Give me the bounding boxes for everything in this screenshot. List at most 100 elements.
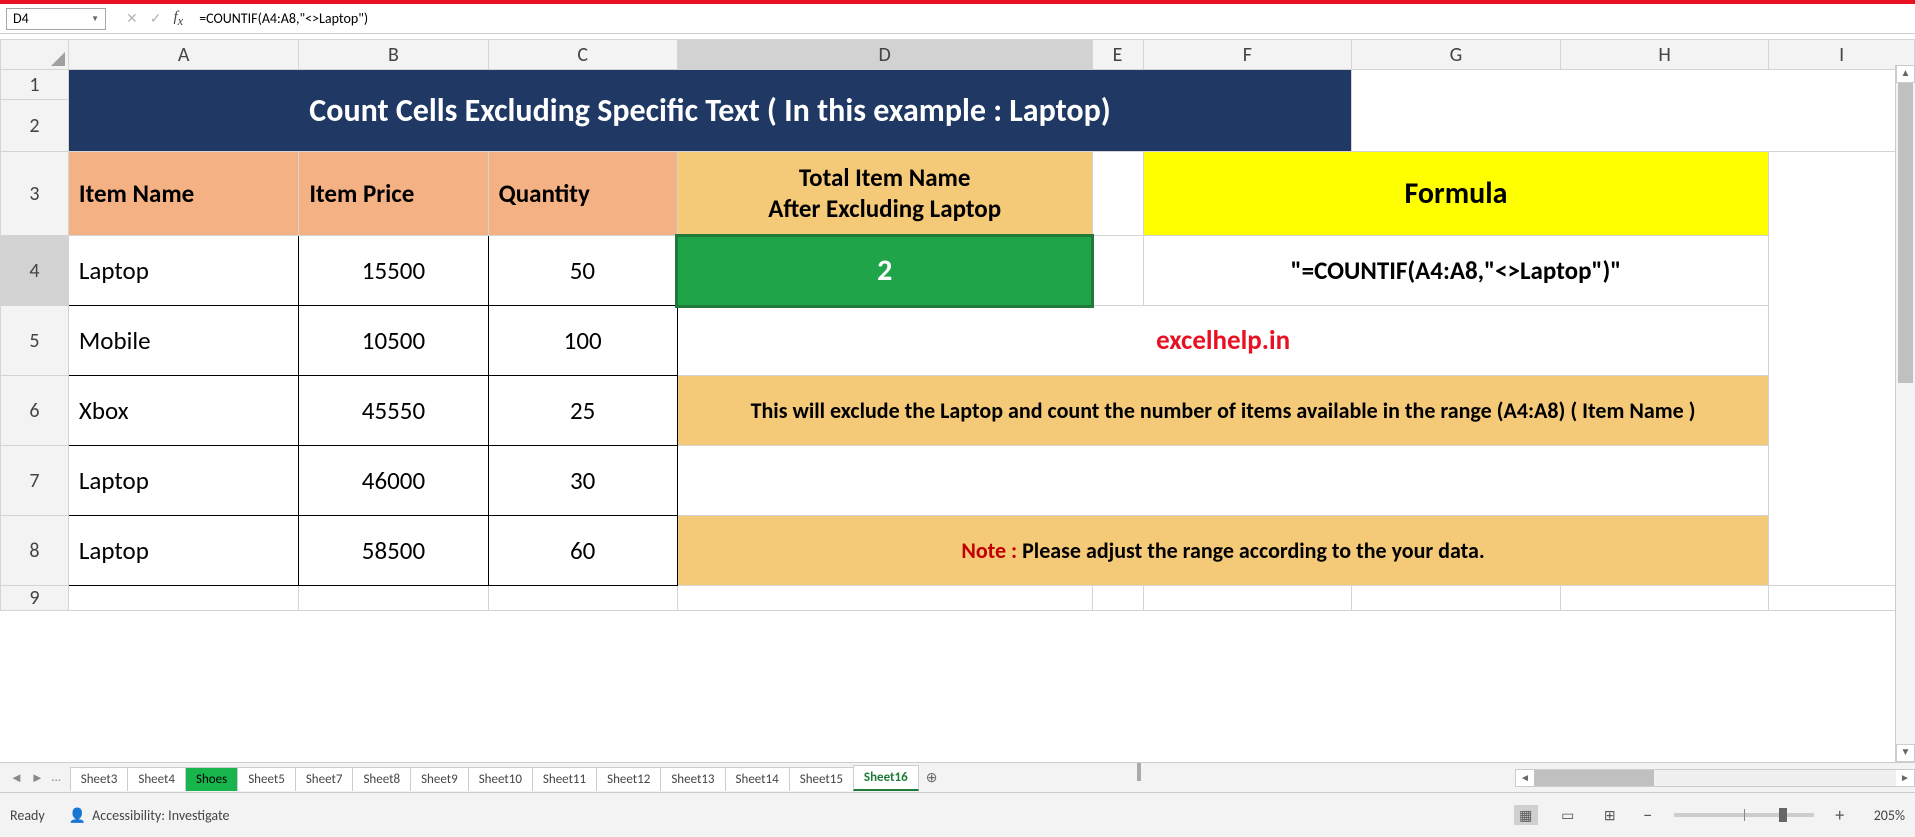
scroll-up-icon[interactable]: ▲ bbox=[1896, 65, 1915, 83]
sheet-tab-sheet16[interactable]: Sheet16 bbox=[853, 765, 919, 791]
scroll-right-icon[interactable]: ► bbox=[1896, 771, 1914, 784]
cell-G9[interactable] bbox=[1352, 586, 1561, 611]
sheet-tab-sheet15[interactable]: Sheet15 bbox=[789, 767, 854, 791]
cell-blank-GHI12[interactable] bbox=[1352, 70, 1915, 152]
sheet-tab-sheet7[interactable]: Sheet7 bbox=[295, 767, 354, 791]
cell-A6[interactable]: Xbox bbox=[68, 376, 298, 446]
view-page-layout-button[interactable]: ▭ bbox=[1556, 805, 1580, 825]
new-sheet-button[interactable]: ⊕ bbox=[918, 765, 946, 790]
cell-C6[interactable]: 25 bbox=[488, 376, 677, 446]
formula-display-cell[interactable]: "=COUNTIF(A4:A8,"<>Laptop")" bbox=[1143, 236, 1769, 306]
row-header-6[interactable]: 6 bbox=[1, 376, 69, 446]
horizontal-scrollbar[interactable]: ◄ ► bbox=[1515, 769, 1915, 787]
vertical-scrollbar[interactable]: ▲ ▼ bbox=[1895, 65, 1915, 762]
zoom-percent[interactable]: 205% bbox=[1874, 807, 1905, 824]
cell-B8[interactable]: 58500 bbox=[299, 516, 488, 586]
cell-H9[interactable] bbox=[1560, 586, 1769, 611]
zoom-in-button[interactable]: + bbox=[1832, 804, 1848, 826]
cell-B6[interactable]: 45550 bbox=[299, 376, 488, 446]
tab-nav-next-icon[interactable]: ► bbox=[31, 770, 44, 786]
col-header-E[interactable]: E bbox=[1092, 40, 1143, 70]
cell-D9[interactable] bbox=[677, 586, 1092, 611]
scroll-down-icon[interactable]: ▼ bbox=[1896, 744, 1915, 762]
header-quantity[interactable]: Quantity bbox=[488, 152, 677, 236]
row-header-7[interactable]: 7 bbox=[1, 446, 69, 516]
cell-E4[interactable] bbox=[1092, 236, 1143, 306]
formula-bar-input[interactable]: =COUNTIF(A4:A8,"<>Laptop") bbox=[195, 8, 1915, 29]
cell-B5[interactable]: 10500 bbox=[299, 306, 488, 376]
scroll-left-icon[interactable]: ◄ bbox=[1516, 771, 1534, 784]
cell-B9[interactable] bbox=[299, 586, 488, 611]
header-item-name[interactable]: Item Name bbox=[68, 152, 298, 236]
tab-nav-prev-icon[interactable]: ◄ bbox=[10, 770, 23, 786]
cell-C5[interactable]: 100 bbox=[488, 306, 677, 376]
sheet-tab-sheet11[interactable]: Sheet11 bbox=[532, 767, 597, 791]
col-header-G[interactable]: G bbox=[1352, 40, 1561, 70]
row-header-8[interactable]: 8 bbox=[1, 516, 69, 586]
cell-C7[interactable]: 30 bbox=[488, 446, 677, 516]
note-cell[interactable]: Note : Please adjust the range according… bbox=[677, 516, 1769, 586]
scroll-thumb-vertical[interactable] bbox=[1898, 83, 1913, 383]
row-header-9[interactable]: 9 bbox=[1, 586, 69, 611]
cell-A5[interactable]: Mobile bbox=[68, 306, 298, 376]
header-total-after-exclude[interactable]: Total Item Name After Excluding Laptop bbox=[677, 152, 1092, 236]
cell-A4[interactable]: Laptop bbox=[68, 236, 298, 306]
scroll-thumb-horizontal[interactable] bbox=[1534, 770, 1654, 786]
explain-cell[interactable]: This will exclude the Laptop and count t… bbox=[677, 376, 1769, 446]
col-header-I[interactable]: I bbox=[1769, 40, 1915, 70]
cell-A7[interactable]: Laptop bbox=[68, 446, 298, 516]
scroll-track-horizontal[interactable] bbox=[1534, 770, 1896, 786]
watermark-cell[interactable]: excelhelp.in bbox=[677, 306, 1769, 376]
sheet-tab-sheet5[interactable]: Sheet5 bbox=[237, 767, 296, 791]
sheet-tab-sheet13[interactable]: Sheet13 bbox=[660, 767, 725, 791]
sheet-tab-sheet4[interactable]: Sheet4 bbox=[127, 767, 186, 791]
sheet-tab-sheet9[interactable]: Sheet9 bbox=[410, 767, 469, 791]
cell-C4[interactable]: 50 bbox=[488, 236, 677, 306]
sheet-tab-sheet12[interactable]: Sheet12 bbox=[596, 767, 661, 791]
row-header-5[interactable]: 5 bbox=[1, 306, 69, 376]
col-header-D[interactable]: D bbox=[677, 40, 1092, 70]
col-header-H[interactable]: H bbox=[1560, 40, 1769, 70]
zoom-slider-knob[interactable] bbox=[1779, 808, 1787, 822]
col-header-C[interactable]: C bbox=[488, 40, 677, 70]
header-item-price[interactable]: Item Price bbox=[299, 152, 488, 236]
row-header-2[interactable]: 2 bbox=[1, 100, 69, 152]
cell-E9[interactable] bbox=[1092, 586, 1143, 611]
sheet-tab-sheet10[interactable]: Sheet10 bbox=[468, 767, 533, 791]
cell-C8[interactable]: 60 bbox=[488, 516, 677, 586]
cell-B4[interactable]: 15500 bbox=[299, 236, 488, 306]
row-header-1[interactable]: 1 bbox=[1, 70, 69, 100]
tab-nav-ellipsis[interactable]: … bbox=[52, 770, 61, 786]
col-header-A[interactable]: A bbox=[68, 40, 298, 70]
row-header-4[interactable]: 4 bbox=[1, 236, 69, 306]
col-header-B[interactable]: B bbox=[299, 40, 488, 70]
name-box-dropdown-icon[interactable]: ▼ bbox=[91, 14, 99, 24]
cell-D4-result[interactable]: 2 bbox=[677, 236, 1092, 306]
cell-C9[interactable] bbox=[488, 586, 677, 611]
zoom-slider[interactable] bbox=[1674, 813, 1814, 817]
accessibility-status[interactable]: 👤 Accessibility: Investigate bbox=[69, 807, 230, 824]
worksheet-area[interactable]: A B C D E F G H I 1 Count Cells Excludin… bbox=[0, 39, 1915, 762]
cell-A9[interactable] bbox=[68, 586, 298, 611]
cell-A8[interactable]: Laptop bbox=[68, 516, 298, 586]
cell-F9[interactable] bbox=[1143, 586, 1352, 611]
sheet-tab-shoes[interactable]: Shoes bbox=[185, 767, 238, 791]
row-header-3[interactable]: 3 bbox=[1, 152, 69, 236]
tab-nav-arrows[interactable]: ◄ ► … bbox=[0, 770, 71, 786]
cell-E3[interactable] bbox=[1092, 152, 1143, 236]
cell-B7[interactable]: 46000 bbox=[299, 446, 488, 516]
header-formula[interactable]: Formula bbox=[1143, 152, 1769, 236]
sheet-tab-sheet14[interactable]: Sheet14 bbox=[725, 767, 790, 791]
tab-scroll-separator[interactable] bbox=[1137, 763, 1141, 781]
select-all-corner[interactable] bbox=[1, 40, 69, 70]
view-normal-button[interactable]: ▦ bbox=[1514, 805, 1538, 825]
cell-blank-DH7[interactable] bbox=[677, 446, 1769, 516]
cancel-icon[interactable]: ✕ bbox=[126, 10, 138, 27]
view-page-break-button[interactable]: ⊞ bbox=[1598, 805, 1622, 825]
title-cell[interactable]: Count Cells Excluding Specific Text ( In… bbox=[68, 70, 1351, 152]
enter-icon[interactable]: ✓ bbox=[150, 10, 162, 27]
cell-I9[interactable] bbox=[1769, 586, 1915, 611]
name-box[interactable]: D4 ▼ bbox=[6, 8, 106, 30]
zoom-out-button[interactable]: − bbox=[1640, 804, 1656, 826]
sheet-tab-sheet8[interactable]: Sheet8 bbox=[352, 767, 411, 791]
